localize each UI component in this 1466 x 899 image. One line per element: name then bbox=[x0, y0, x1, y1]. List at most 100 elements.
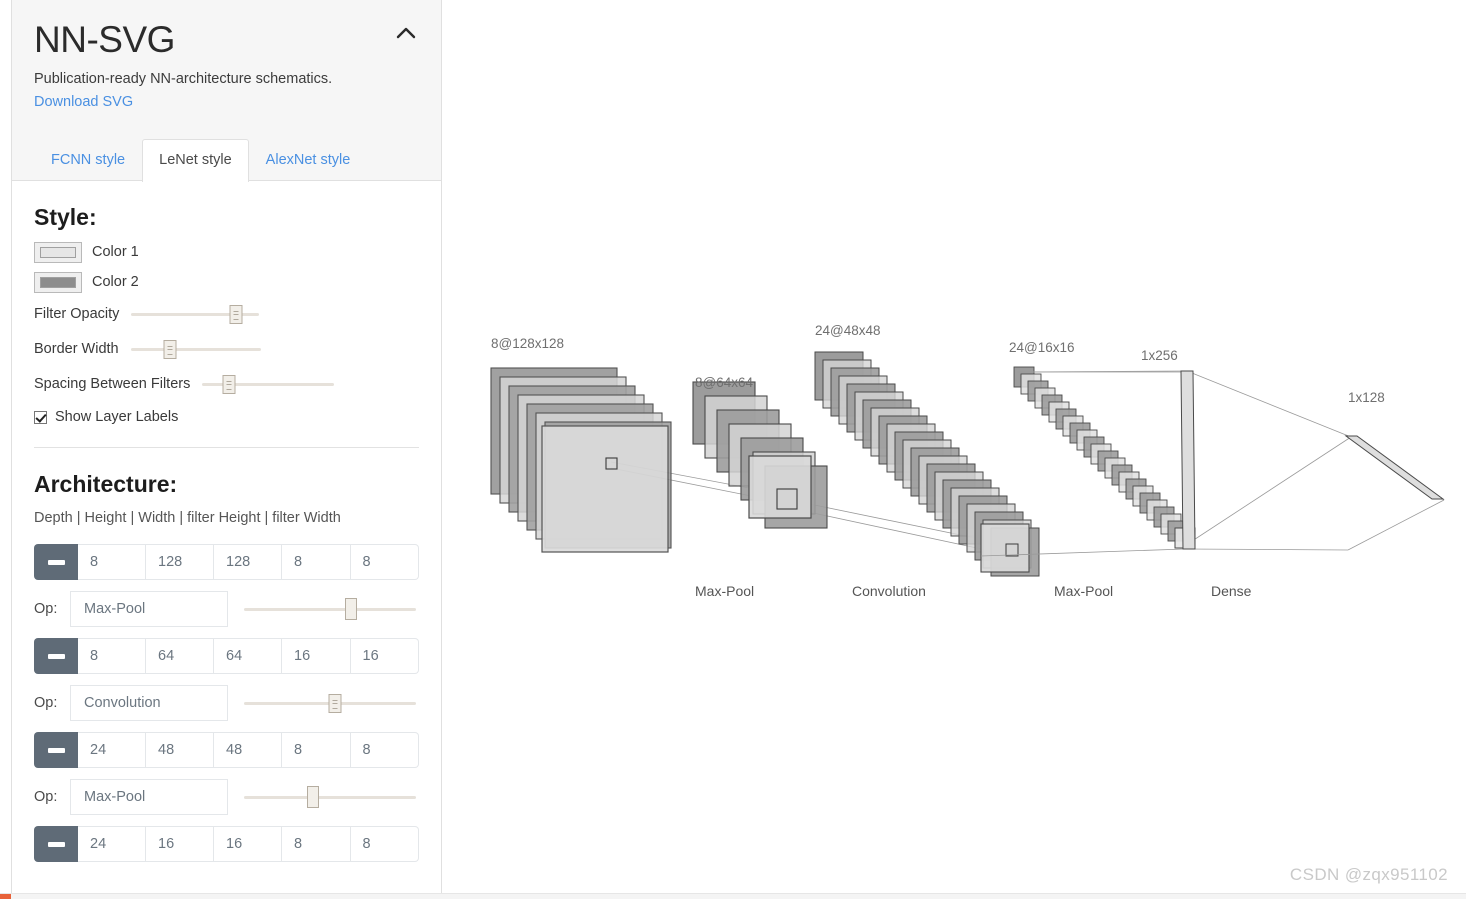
op-row: Op: Convolution bbox=[34, 684, 419, 722]
color-2-row: Color 2 bbox=[34, 271, 419, 293]
op-caption: Max-Pool bbox=[1054, 583, 1113, 599]
tab-lenet-style[interactable]: LeNet style bbox=[142, 139, 249, 182]
spacing-between-filters-label: Spacing Between Filters bbox=[34, 376, 191, 392]
slider-thumb[interactable] bbox=[229, 305, 243, 324]
op-slider[interactable] bbox=[244, 692, 416, 714]
layer-width-input[interactable]: 64 bbox=[214, 638, 282, 674]
op-prefix-label: Op: bbox=[34, 601, 58, 617]
layer-height-input[interactable]: 48 bbox=[146, 732, 214, 768]
nn-schematic-svg: 8@128x128 8@64x64 24@48x48 24@16x16 1x25… bbox=[490, 323, 1445, 599]
op-row: Op: Max-Pool bbox=[34, 778, 419, 816]
layer-caption: 8@128x128 bbox=[491, 336, 564, 351]
color-1-swatch[interactable] bbox=[34, 241, 82, 263]
layer-width-input[interactable]: 16 bbox=[214, 826, 282, 862]
op-slider[interactable] bbox=[244, 598, 416, 620]
layer-filter-width-input[interactable]: 8 bbox=[350, 544, 419, 580]
slider-thumb[interactable] bbox=[163, 340, 177, 359]
layer-filter-height-input[interactable]: 8 bbox=[282, 544, 351, 580]
op-caption: Max-Pool bbox=[695, 583, 754, 599]
color-2-label: Color 2 bbox=[92, 274, 139, 290]
layer-stack-3 bbox=[814, 351, 1040, 577]
page-title: NN-SVG bbox=[34, 19, 175, 60]
op-caption: Convolution bbox=[852, 583, 926, 599]
architecture-columns-hint: Depth | Height | Width | filter Height |… bbox=[34, 510, 341, 526]
layer-width-input[interactable]: 48 bbox=[214, 732, 282, 768]
show-layer-labels-checkbox[interactable] bbox=[34, 410, 47, 424]
accent-bar bbox=[0, 894, 11, 899]
layer-filter-height-input[interactable]: 8 bbox=[282, 826, 351, 862]
layer-caption: 24@16x16 bbox=[1009, 340, 1075, 355]
layer-width-input[interactable]: 128 bbox=[214, 544, 282, 580]
show-layer-labels-row: Show Layer Labels bbox=[34, 409, 419, 425]
tab-alexnet-style[interactable]: AlexNet style bbox=[249, 139, 368, 181]
border-width-slider[interactable] bbox=[130, 338, 261, 360]
minus-icon[interactable] bbox=[34, 732, 78, 768]
show-layer-labels-label: Show Layer Labels bbox=[55, 409, 179, 425]
op-name-input[interactable]: Max-Pool bbox=[70, 591, 228, 627]
slider-thumb[interactable] bbox=[222, 375, 236, 394]
color-1-chip bbox=[40, 246, 76, 258]
style-tabs: FCNN style LeNet style AlexNet style bbox=[34, 139, 368, 182]
op-prefix-label: Op: bbox=[34, 695, 58, 711]
slider-track bbox=[130, 348, 261, 351]
layer-stack-2 bbox=[692, 381, 828, 529]
layer-stack-1 bbox=[490, 367, 672, 553]
tab-fcnn-style[interactable]: FCNN style bbox=[34, 139, 142, 181]
layer-row: 24 16 16 8 8 bbox=[34, 826, 419, 862]
op-name-input[interactable]: Convolution bbox=[70, 685, 228, 721]
op-slider[interactable] bbox=[244, 786, 416, 808]
layer-caption: 1x128 bbox=[1348, 390, 1385, 405]
color-1-label: Color 1 bbox=[92, 244, 139, 260]
filter-opacity-slider[interactable] bbox=[131, 303, 260, 325]
minus-icon[interactable] bbox=[34, 826, 78, 862]
spacing-between-filters-row: Spacing Between Filters bbox=[34, 371, 419, 397]
dense-layer-2 bbox=[1344, 435, 1445, 500]
op-caption: Dense bbox=[1211, 583, 1252, 599]
border-width-row: Border Width bbox=[34, 336, 419, 362]
layer-caption: 24@48x48 bbox=[815, 323, 881, 338]
layer-height-input[interactable]: 128 bbox=[146, 544, 214, 580]
dense-layer-1 bbox=[1180, 370, 1196, 550]
layer-depth-input[interactable]: 8 bbox=[78, 638, 146, 674]
border-width-label: Border Width bbox=[34, 341, 119, 357]
network-diagram: 8@128x128 8@64x64 24@48x48 24@16x16 1x25… bbox=[443, 0, 1466, 899]
layer-caption: 8@64x64 bbox=[695, 375, 753, 390]
watermark: CSDN @zqx951102 bbox=[1289, 865, 1448, 884]
chevron-up-icon[interactable] bbox=[393, 21, 419, 47]
slider-track bbox=[244, 608, 416, 611]
slider-thumb[interactable] bbox=[306, 786, 319, 808]
slider-thumb[interactable] bbox=[328, 694, 342, 713]
spacing-between-filters-slider[interactable] bbox=[202, 373, 335, 395]
layer-stack-4 bbox=[1013, 366, 1196, 549]
layer-height-input[interactable]: 16 bbox=[146, 826, 214, 862]
op-row: Op: Max-Pool bbox=[34, 590, 419, 628]
color-2-chip bbox=[40, 276, 76, 288]
layer-depth-input[interactable]: 24 bbox=[78, 732, 146, 768]
bottom-strip bbox=[0, 893, 1466, 899]
panel-header: NN-SVG Publication-ready NN-architecture… bbox=[12, 0, 441, 182]
layer-filter-height-input[interactable]: 16 bbox=[282, 638, 351, 674]
layer-filter-width-input[interactable]: 8 bbox=[350, 826, 419, 862]
control-panel: NN-SVG Publication-ready NN-architecture… bbox=[11, 0, 442, 895]
layer-depth-input[interactable]: 24 bbox=[78, 826, 146, 862]
op-prefix-label: Op: bbox=[34, 789, 58, 805]
download-svg-link[interactable]: Download SVG bbox=[34, 92, 133, 112]
layer-filter-width-input[interactable]: 8 bbox=[350, 732, 419, 768]
color-1-row: Color 1 bbox=[34, 241, 419, 263]
op-name-input[interactable]: Max-Pool bbox=[70, 779, 228, 815]
filter-opacity-row: Filter Opacity bbox=[34, 301, 419, 327]
app-root: NN-SVG Publication-ready NN-architecture… bbox=[0, 0, 1466, 899]
panel-body: Style: Color 1 Color 2 Filter Opacity Bo… bbox=[12, 203, 441, 862]
layer-height-input[interactable]: 64 bbox=[146, 638, 214, 674]
minus-icon[interactable] bbox=[34, 544, 78, 580]
section-divider bbox=[34, 447, 419, 448]
layer-filter-width-input[interactable]: 16 bbox=[350, 638, 419, 674]
layer-row: 24 48 48 8 8 bbox=[34, 732, 419, 768]
style-section-heading: Style: bbox=[34, 204, 97, 230]
layer-row: 8 64 64 16 16 bbox=[34, 638, 419, 674]
minus-icon[interactable] bbox=[34, 638, 78, 674]
color-2-swatch[interactable] bbox=[34, 271, 82, 293]
layer-filter-height-input[interactable]: 8 bbox=[282, 732, 351, 768]
slider-thumb[interactable] bbox=[344, 598, 357, 620]
layer-depth-input[interactable]: 8 bbox=[78, 544, 146, 580]
